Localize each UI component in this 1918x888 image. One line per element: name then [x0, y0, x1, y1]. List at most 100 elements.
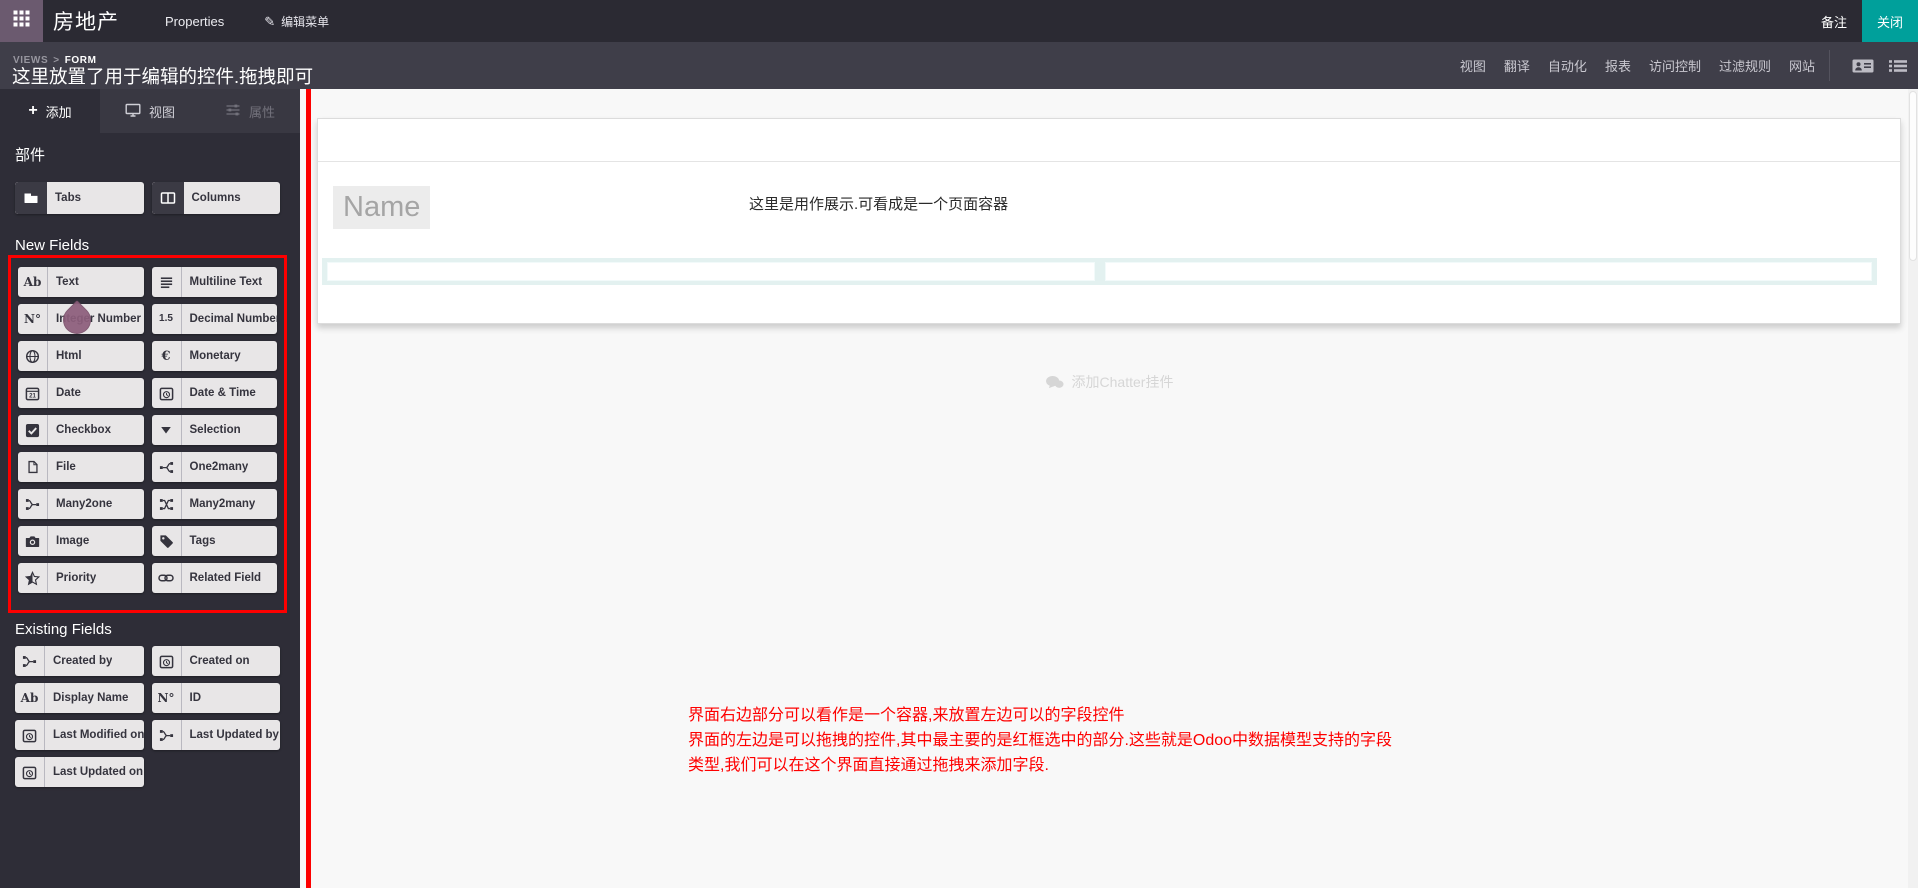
- monitor-icon: [125, 102, 141, 121]
- form-sheet: Name 这里是用作展示.可看成是一个页面容器: [317, 118, 1901, 324]
- edit-menu-label: 编辑菜单: [281, 13, 329, 30]
- annotation-line-2: 界面的左边是可以拖拽的控件,其中最主要的是红框选中的部分.这些就是Odoo中数据…: [688, 728, 1394, 778]
- studio-menu-item-2[interactable]: 自动化: [1546, 56, 1589, 75]
- field-button-image[interactable]: Image: [18, 526, 144, 556]
- menu-properties[interactable]: Properties: [165, 14, 224, 29]
- field-button-related-field[interactable]: Related Field: [152, 563, 278, 593]
- euro-icon: €: [152, 341, 182, 371]
- field-button-one2many[interactable]: One2many: [152, 452, 278, 482]
- field-button-label: Last Updated by: [182, 720, 279, 750]
- sidebar-tab-plus[interactable]: +添加: [0, 89, 100, 133]
- widgets-section-title: 部件: [15, 147, 280, 165]
- studio-sidebar: +添加视图属性 部件 TabsColumns New Fields AbText…: [0, 89, 300, 888]
- form-field-input-right[interactable]: [1105, 262, 1873, 281]
- notes-button[interactable]: 备注: [1821, 12, 1847, 31]
- ab-text-icon: Ab: [15, 683, 45, 713]
- field-button-selection[interactable]: Selection: [152, 415, 278, 445]
- star-half-icon: [18, 563, 48, 593]
- field-button-decimal-number[interactable]: 1.5Decimal Number: [152, 304, 278, 334]
- annotation-red-box: AbTextMultiline TextN°Integer Number1.5D…: [8, 255, 287, 613]
- studio-menu-item-4[interactable]: 访问控制: [1647, 56, 1703, 75]
- annotation-text: 界面右边部分可以看作是一个容器,来放置左边可以的字段控件 界面的左边是可以拖拽的…: [688, 703, 1394, 778]
- app-title: 房地产: [53, 6, 119, 36]
- ab-text-icon: Ab: [18, 267, 48, 297]
- container-note-text: 这里是用作展示.可看成是一个页面容器: [749, 193, 1008, 214]
- field-button-label: Text: [48, 267, 79, 297]
- annotation-red-line: [306, 89, 311, 888]
- top-navbar: 房地产 Properties ✎ 编辑菜单 备注 关闭: [0, 0, 1918, 42]
- field-button-multiline-text[interactable]: Multiline Text: [152, 267, 278, 297]
- widget-button-tabs[interactable]: Tabs: [15, 182, 144, 214]
- field-button-html[interactable]: Html: [18, 341, 144, 371]
- calendar-clock-icon: [15, 757, 45, 787]
- apps-menu-button[interactable]: [0, 0, 43, 42]
- existing-fields-grid: Created by Created on AbDisplay Name N°ID La…: [15, 646, 280, 787]
- field-button-tags[interactable]: Tags: [152, 526, 278, 556]
- field-button-created-by[interactable]: Created by: [15, 646, 144, 676]
- field-button-id[interactable]: N°ID: [152, 683, 281, 713]
- chatter-label: 添加Chatter挂件: [1072, 374, 1174, 390]
- calendar-clock-icon: [152, 378, 182, 408]
- file-icon: [18, 452, 48, 482]
- field-button-label: One2many: [182, 452, 249, 482]
- field-button-label: Created by: [45, 646, 112, 676]
- field-button-checkbox[interactable]: Checkbox: [18, 415, 144, 445]
- field-button-created-on[interactable]: Created on: [152, 646, 281, 676]
- studio-menu-item-3[interactable]: 报表: [1603, 56, 1633, 75]
- breadcrumb-views[interactable]: VIEWS: [13, 55, 48, 66]
- globe-icon: [18, 341, 48, 371]
- field-button-text[interactable]: AbText: [18, 267, 144, 297]
- field-button-label: Decimal Number: [182, 304, 278, 334]
- sidebar-tab-monitor[interactable]: 视图: [100, 89, 200, 133]
- field-button-date[interactable]: 21Date: [18, 378, 144, 408]
- field-row-highlight: [322, 258, 1877, 285]
- close-studio-button[interactable]: 关闭: [1862, 0, 1918, 42]
- edit-menu-button[interactable]: ✎ 编辑菜单: [264, 13, 329, 30]
- field-button-display-name[interactable]: AbDisplay Name: [15, 683, 144, 713]
- name-field-placeholder[interactable]: Name: [333, 186, 430, 229]
- widgets-grid: TabsColumns: [15, 182, 280, 214]
- field-button-label: Last Updated on: [45, 757, 143, 787]
- field-button-label: Multiline Text: [182, 267, 263, 297]
- field-button-date-time[interactable]: Date & Time: [152, 378, 278, 408]
- many2one-icon: [18, 489, 48, 519]
- breadcrumb-form[interactable]: FORM: [65, 55, 97, 66]
- camera-icon: [18, 526, 48, 556]
- field-button-last-updated-on[interactable]: Last Updated on: [15, 757, 144, 787]
- integer-icon: N°: [152, 683, 182, 713]
- existing-fields-section-title: Existing Fields: [15, 621, 280, 639]
- field-button-monetary[interactable]: €Monetary: [152, 341, 278, 371]
- field-button-last-modified-on[interactable]: Last Modified on: [15, 720, 144, 750]
- field-button-label: Date: [48, 378, 81, 408]
- plus-icon: +: [28, 103, 37, 119]
- field-button-label: Related Field: [182, 563, 262, 593]
- form-statusbar: [318, 119, 1900, 162]
- field-button-label: Display Name: [45, 683, 128, 713]
- field-button-many2one[interactable]: Many2one: [18, 489, 144, 519]
- id-card-icon[interactable]: [1852, 58, 1874, 74]
- field-button-label: Html: [48, 341, 82, 371]
- field-button-many2many[interactable]: Many2many: [152, 489, 278, 519]
- studio-menu-item-1[interactable]: 翻译: [1502, 56, 1532, 75]
- lines-icon: [152, 267, 182, 297]
- calendar-icon: 21: [18, 378, 48, 408]
- pencil-icon: ✎: [264, 15, 275, 28]
- form-editor-canvas: Name 这里是用作展示.可看成是一个页面容器 添加Chatter挂件 界面右边…: [300, 89, 1918, 888]
- field-button-last-updated-by[interactable]: Last Updated by: [152, 720, 281, 750]
- list-icon[interactable]: [1888, 58, 1908, 74]
- scrollbar-thumb[interactable]: [1909, 91, 1917, 261]
- sidebar-tab-properties[interactable]: 属性: [200, 89, 300, 133]
- field-button-label: Many2one: [48, 489, 112, 519]
- tag-icon: [152, 526, 182, 556]
- field-button-file[interactable]: File: [18, 452, 144, 482]
- studio-menu-item-0[interactable]: 视图: [1458, 56, 1488, 75]
- studio-menu-item-6[interactable]: 网站: [1787, 56, 1817, 75]
- widget-button-columns[interactable]: Columns: [152, 182, 281, 214]
- field-button-label: Image: [48, 526, 89, 556]
- studio-menu-item-5[interactable]: 过滤规则: [1717, 56, 1773, 75]
- add-chatter-placeholder[interactable]: 添加Chatter挂件: [300, 372, 1918, 392]
- form-field-input-left[interactable]: [327, 262, 1095, 281]
- field-button-label: ID: [182, 683, 202, 713]
- field-button-label: Checkbox: [48, 415, 111, 445]
- field-button-priority[interactable]: Priority: [18, 563, 144, 593]
